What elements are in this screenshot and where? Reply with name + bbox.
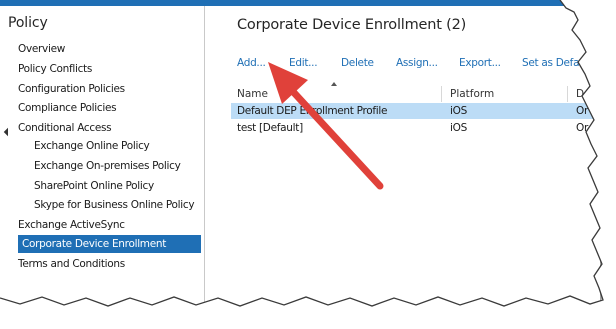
red-arrow-annotation <box>268 62 384 190</box>
torn-edge <box>0 0 616 329</box>
torn-edge-outline <box>0 0 604 307</box>
torn-edge-overlay <box>0 0 616 329</box>
